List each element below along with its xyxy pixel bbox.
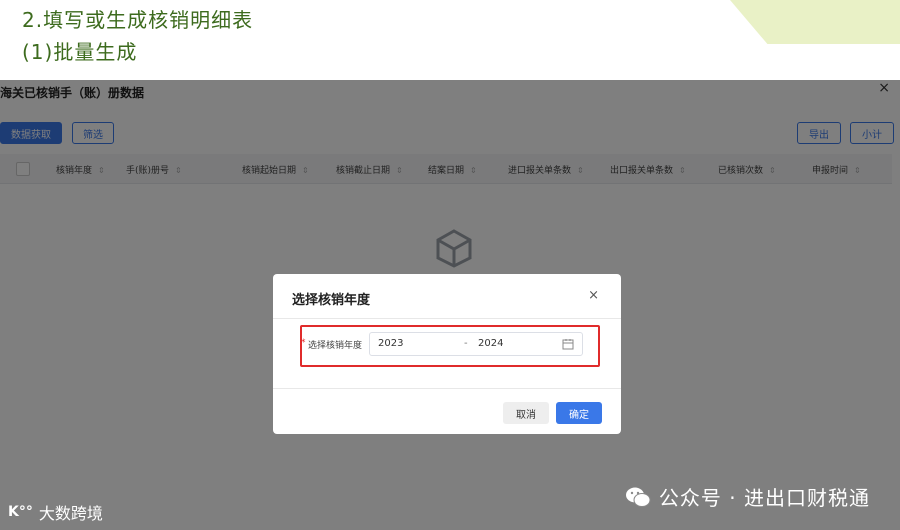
year-field-label: 选择核销年度 — [308, 341, 363, 351]
cancel-button[interactable]: 取消 — [503, 402, 549, 424]
dialog-title: 选择核销年度 — [292, 293, 371, 308]
divider — [273, 388, 621, 389]
divider — [273, 318, 621, 319]
wechat-icon — [625, 487, 651, 507]
calendar-icon[interactable] — [562, 338, 574, 350]
slide-header: 2.填写或生成核销明细表 (1)批量生成 — [0, 0, 900, 80]
wechat-watermark: 公众号 · 进出口财税通 — [625, 482, 870, 511]
brand-logo-icon: K°° — [8, 504, 33, 520]
select-year-dialog: 选择核销年度 × * 选择核销年度 2023 - 2024 取消 确定 — [273, 274, 621, 434]
confirm-button[interactable]: 确定 — [556, 402, 602, 424]
slide-title: 2.填写或生成核销明细表 — [22, 8, 254, 32]
corner-decoration — [730, 0, 900, 44]
brand-watermark-text: 大数跨境 — [38, 504, 103, 523]
start-year-input[interactable]: 2023 — [378, 338, 403, 349]
wechat-watermark-text: 公众号 · 进出口财税通 — [658, 486, 870, 510]
close-icon[interactable]: × — [588, 288, 599, 303]
required-mark: * — [301, 338, 306, 348]
brand-watermark: K°° 大数跨境 — [8, 500, 103, 524]
slide-subtitle: (1)批量生成 — [22, 40, 138, 64]
year-range-picker[interactable]: 2023 - 2024 — [369, 332, 583, 356]
range-separator: - — [464, 338, 468, 349]
end-year-input[interactable]: 2024 — [478, 338, 503, 349]
